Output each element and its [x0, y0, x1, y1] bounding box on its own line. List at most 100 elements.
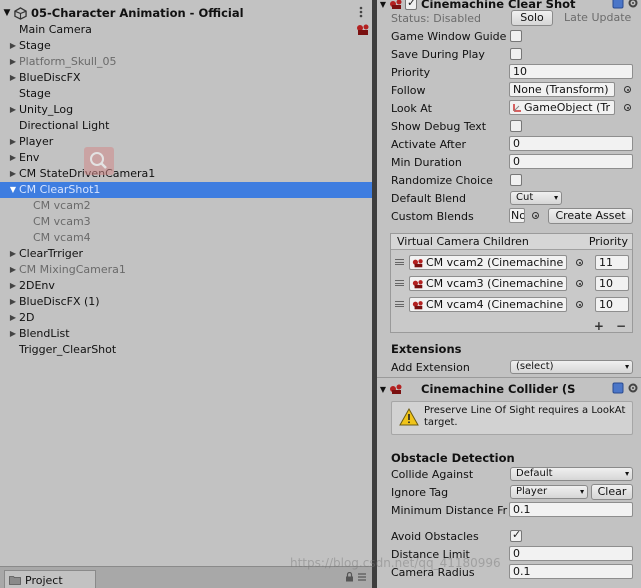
priority-input[interactable]: 10	[509, 64, 633, 79]
help-book-icon[interactable]	[612, 382, 624, 394]
follow-label: Follow	[391, 83, 426, 97]
component-separator	[377, 377, 641, 378]
hierarchy-item[interactable]: ▼ CM ClearShot1	[0, 182, 372, 198]
hierarchy-item[interactable]: CM vcam4	[0, 230, 372, 246]
avoid-obstacles-checkbox[interactable]	[510, 528, 522, 542]
min-duration-label: Min Duration	[391, 155, 462, 169]
hierarchy-item[interactable]: ▶ CM MixingCamera1	[0, 262, 372, 278]
virtual-camera-children-list: Virtual Camera Children Priority CM vcam…	[390, 233, 633, 333]
collapsed-arrow-icon[interactable]: ▶	[8, 54, 18, 70]
activate-after-label: Activate After	[391, 137, 466, 151]
child-camera-field[interactable]: CM vcam4 (Cinemachine	[409, 297, 567, 312]
hierarchy-item-label: BlueDiscFX (1)	[19, 295, 100, 308]
camera-radius-input[interactable]: 0.1	[509, 564, 633, 579]
custom-blends-field[interactable]: No	[509, 208, 525, 223]
add-extension-dropdown[interactable]: (select)	[510, 360, 633, 374]
drag-handle-icon[interactable]	[395, 301, 404, 307]
collapsed-arrow-icon[interactable]: ▶	[8, 70, 18, 86]
help-book-icon[interactable]	[612, 0, 624, 9]
show-debug-text-checkbox[interactable]	[510, 120, 522, 132]
hierarchy-item[interactable]: CM vcam3	[0, 214, 372, 230]
activate-after-input[interactable]: 0	[509, 136, 633, 151]
default-blend-dropdown[interactable]: Cut	[510, 191, 562, 205]
collapsed-arrow-icon[interactable]: ▶	[8, 166, 18, 182]
collapsed-arrow-icon[interactable]: ▶	[8, 134, 18, 150]
warning-text: Preserve Line Of Sight requires a LookAt…	[424, 405, 626, 428]
hierarchy-item[interactable]: ▶ Unity_Log	[0, 102, 372, 118]
hierarchy-item[interactable]: CM vcam2	[0, 198, 372, 214]
collapse-arrow-icon[interactable]: ▼	[0, 8, 14, 18]
hierarchy-item[interactable]: Trigger_ClearShot	[0, 342, 372, 358]
solo-button[interactable]: Solo	[511, 10, 553, 26]
min-distance-input[interactable]: 0.1	[509, 502, 633, 517]
collapsed-arrow-icon[interactable]: ▶	[8, 326, 18, 342]
hierarchy-item[interactable]: ▶ BlueDiscFX	[0, 70, 372, 86]
drag-handle-icon[interactable]	[395, 280, 404, 286]
expanded-arrow-icon[interactable]: ▼	[8, 182, 18, 198]
min-duration-input[interactable]: 0	[509, 154, 633, 169]
gear-icon[interactable]	[627, 0, 639, 9]
object-picker-icon[interactable]	[532, 212, 539, 219]
collapsed-arrow-icon[interactable]: ▶	[8, 294, 18, 310]
hierarchy-item[interactable]: ▶ Player	[0, 134, 372, 150]
lock-icon[interactable]	[345, 572, 354, 582]
hierarchy-item[interactable]: ▶ 2DEnv	[0, 278, 372, 294]
child-priority-input[interactable]: 11	[595, 255, 629, 270]
hierarchy-item[interactable]: Stage	[0, 86, 372, 102]
scene-header[interactable]: ▼ 05-Character Animation - Official	[0, 4, 372, 22]
list-item[interactable]: CM vcam4 (Cinemachine 10	[391, 294, 632, 315]
object-picker-icon[interactable]	[576, 301, 583, 308]
drag-handle-icon[interactable]	[395, 259, 404, 265]
list-item[interactable]: CM vcam3 (Cinemachine 10	[391, 273, 632, 294]
hierarchy-item[interactable]: Directional Light	[0, 118, 372, 134]
object-picker-icon[interactable]	[624, 104, 631, 111]
child-priority-input[interactable]: 10	[595, 276, 629, 291]
hierarchy-item-label: CM vcam4	[33, 231, 91, 244]
randomize-choice-checkbox[interactable]	[510, 174, 522, 186]
look-at-field[interactable]: GameObject (Tr	[509, 100, 615, 115]
collapsed-arrow-icon[interactable]: ▶	[8, 310, 18, 326]
collapsed-arrow-icon[interactable]: ▶	[8, 246, 18, 262]
object-picker-icon[interactable]	[576, 280, 583, 287]
ignore-tag-dropdown[interactable]: Player	[510, 485, 588, 499]
child-priority-input[interactable]: 10	[595, 297, 629, 312]
scene-menu-icon[interactable]	[356, 4, 366, 20]
child-camera-field[interactable]: CM vcam3 (Cinemachine	[409, 276, 567, 291]
panel-menu-icon[interactable]	[358, 572, 366, 582]
list-item[interactable]: CM vcam2 (Cinemachine 11	[391, 252, 632, 273]
create-asset-button[interactable]: Create Asset	[548, 208, 633, 224]
hierarchy-item-label: CM MixingCamera1	[19, 263, 126, 276]
search-overlay-icon	[84, 147, 114, 175]
collide-against-dropdown[interactable]: Default	[510, 467, 633, 481]
clear-button[interactable]: Clear	[591, 484, 633, 500]
add-child-button[interactable]: +	[594, 319, 604, 333]
object-picker-icon[interactable]	[624, 86, 631, 93]
hierarchy-item[interactable]: ▶ ClearTrriger	[0, 246, 372, 262]
object-picker-icon[interactable]	[576, 259, 583, 266]
distance-limit-input[interactable]: 0	[509, 546, 633, 561]
fold-arrow-icon[interactable]: ▼	[377, 0, 389, 9]
collider-header[interactable]: ▼ Cinemachine Collider (S	[377, 380, 641, 398]
collapsed-arrow-icon[interactable]: ▶	[8, 278, 18, 294]
hierarchy-item[interactable]: ▶ Stage	[0, 38, 372, 54]
gear-icon[interactable]	[627, 382, 639, 394]
collapsed-arrow-icon[interactable]: ▶	[8, 150, 18, 166]
hierarchy-item[interactable]: ▶ Platform_Skull_05	[0, 54, 372, 70]
game-window-guides-checkbox[interactable]	[510, 30, 522, 42]
hierarchy-item[interactable]: ▶ BlueDiscFX (1)	[0, 294, 372, 310]
collapsed-arrow-icon[interactable]: ▶	[8, 38, 18, 54]
hierarchy-item[interactable]: Main Camera	[0, 22, 372, 38]
hierarchy-item[interactable]: ▶ Env	[0, 150, 372, 166]
remove-child-button[interactable]: −	[616, 319, 626, 333]
hierarchy-item[interactable]: ▶ BlendList	[0, 326, 372, 342]
collapsed-arrow-icon[interactable]: ▶	[8, 102, 18, 118]
tab-project[interactable]: Project	[4, 570, 96, 588]
hierarchy-item-label: Trigger_ClearShot	[19, 343, 117, 356]
save-during-play-checkbox[interactable]	[510, 48, 522, 60]
follow-field[interactable]: None (Transform)	[509, 82, 615, 97]
hierarchy-item[interactable]: ▶ 2D	[0, 310, 372, 326]
fold-arrow-icon[interactable]: ▼	[377, 385, 389, 394]
hierarchy-item[interactable]: ▶CM StateDrivenCamera1	[0, 166, 372, 182]
child-camera-field[interactable]: CM vcam2 (Cinemachine	[409, 255, 567, 270]
collapsed-arrow-icon[interactable]: ▶	[8, 262, 18, 278]
